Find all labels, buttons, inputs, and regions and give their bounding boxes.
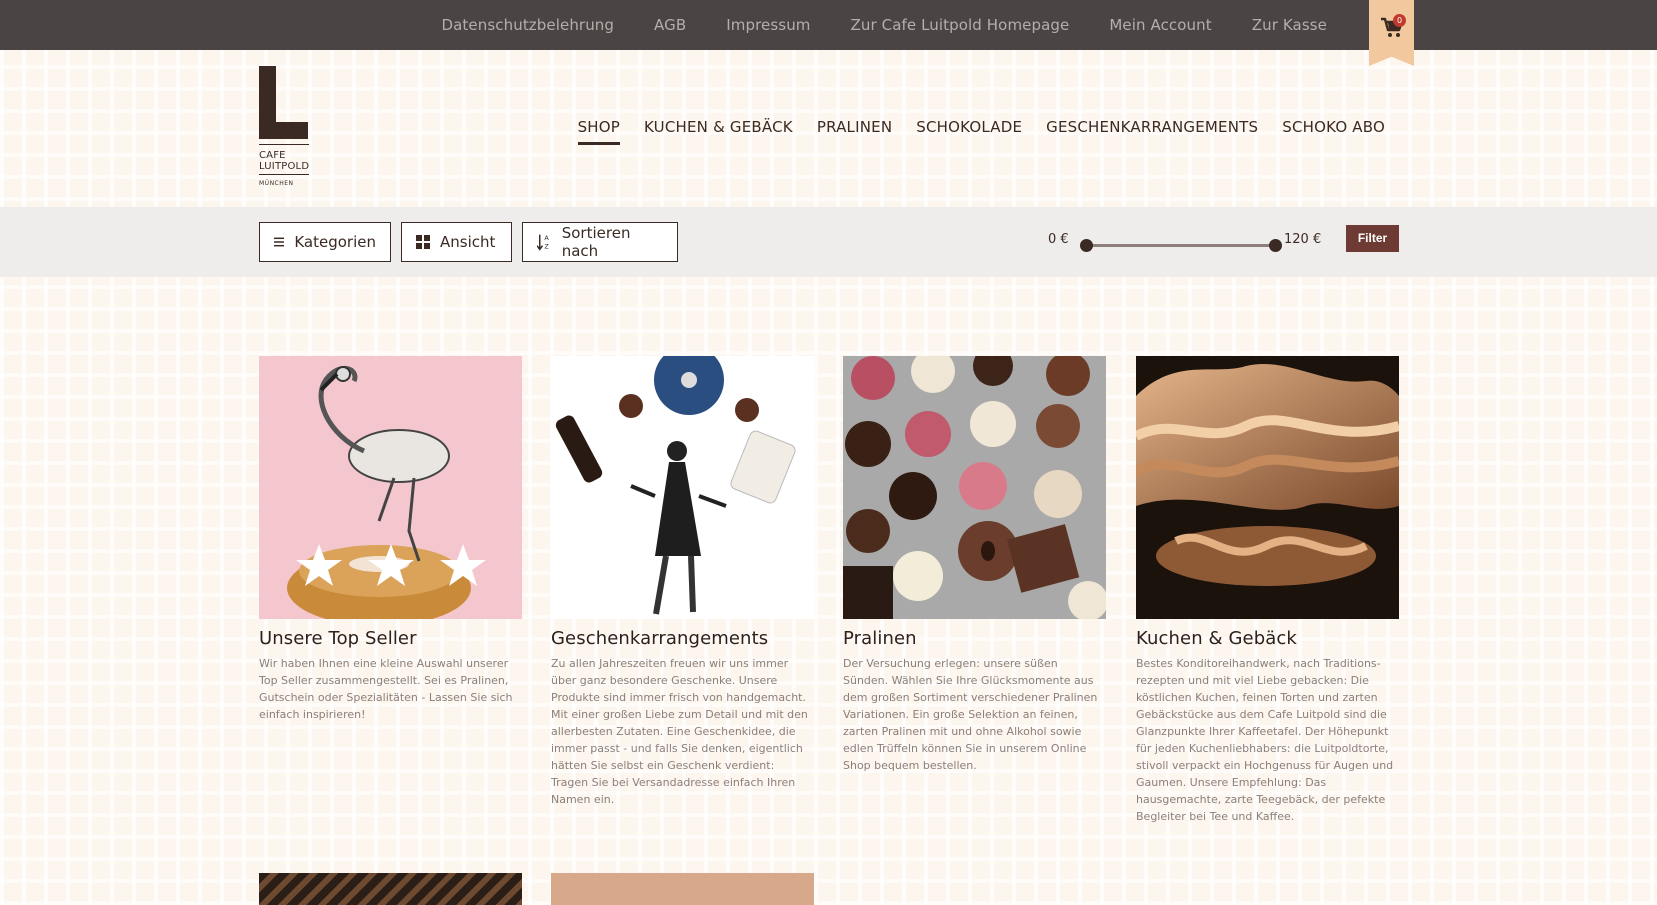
sort-az-icon: A Z bbox=[537, 234, 549, 251]
link-account[interactable]: Mein Account bbox=[1109, 16, 1211, 34]
svg-text:A: A bbox=[544, 234, 549, 242]
price-max-label: 120 € bbox=[1284, 232, 1322, 247]
link-agb[interactable]: AGB bbox=[654, 16, 686, 34]
product-title[interactable]: Kuchen & Gebäck bbox=[1136, 628, 1399, 649]
sortieren-label: Sortieren nach bbox=[561, 224, 631, 260]
nav-schoko-abo[interactable]: SCHOKO ABO bbox=[1282, 118, 1385, 136]
product-title[interactable]: Pralinen bbox=[843, 628, 1106, 649]
nav-pralinen[interactable]: PRALINEN bbox=[817, 118, 892, 136]
link-datenschutz[interactable]: Datenschutzbelehrung bbox=[441, 16, 614, 34]
slider-track bbox=[1086, 244, 1276, 247]
nav-geschenkarrangements[interactable]: GESCHENKARRANGEMENTS bbox=[1046, 118, 1258, 136]
filter-button[interactable]: Filter bbox=[1346, 225, 1399, 252]
product-title[interactable]: Unsere Top Seller bbox=[259, 628, 522, 649]
product-title[interactable]: Geschenkarrangements bbox=[551, 628, 814, 649]
top-utility-bar: Datenschutzbelehrung AGB Impressum Zur C… bbox=[0, 0, 1657, 66]
utility-nav: Datenschutzbelehrung AGB Impressum Zur C… bbox=[441, 0, 1327, 50]
product-card-top-seller[interactable]: Unsere Top Seller Wir haben Ihnen eine k… bbox=[259, 356, 522, 723]
cafe-luitpold-logo[interactable]: CAFE LUITPOLD MÜNCHEN bbox=[259, 66, 309, 190]
product-description: Bestes Konditoreihandwerk, nach Traditio… bbox=[1136, 657, 1394, 823]
product-card-kuchen-gebaeck[interactable]: Kuchen & Gebäck Bestes Konditoreihandwer… bbox=[1136, 356, 1399, 825]
price-min-label: 0 € bbox=[1048, 232, 1069, 247]
logo-word-cafe: CAFE bbox=[259, 150, 286, 161]
svg-text:Z: Z bbox=[544, 242, 549, 250]
product-description: Wir haben Ihnen eine kleine Auswahl unse… bbox=[259, 657, 513, 721]
top-seller-image[interactable] bbox=[259, 356, 522, 619]
link-impressum[interactable]: Impressum bbox=[726, 16, 810, 34]
pralinen-image[interactable] bbox=[843, 356, 1106, 619]
slider-handle-max[interactable] bbox=[1269, 239, 1282, 252]
ansicht-label: Ansicht bbox=[440, 233, 496, 251]
logo-city: MÜNCHEN bbox=[259, 180, 294, 187]
main-nav: SHOP KUCHEN & GEBÄCK PRALINEN SCHOKOLADE… bbox=[577, 118, 1385, 145]
cart-count-badge: 0 bbox=[1393, 14, 1406, 27]
gifts-image[interactable] bbox=[551, 356, 814, 619]
nav-schokolade[interactable]: SCHOKOLADE bbox=[916, 118, 1022, 136]
kategorien-button[interactable]: Kategorien bbox=[259, 222, 391, 262]
product-card-geschenkarrangements[interactable]: Geschenkarrangements Zu allen Jahreszeit… bbox=[551, 356, 814, 808]
link-homepage[interactable]: Zur Cafe Luitpold Homepage bbox=[851, 16, 1070, 34]
logo-divider bbox=[259, 174, 309, 175]
sortieren-button[interactable]: A Z Sortieren nach bbox=[522, 222, 678, 262]
product-description: Der Versuchung erlegen: unsere süßen Sün… bbox=[843, 657, 1098, 772]
product-card-row2-image[interactable] bbox=[551, 873, 814, 905]
logo-divider bbox=[259, 144, 309, 145]
product-card-pralinen[interactable]: Pralinen Der Versuchung erlegen: unsere … bbox=[843, 356, 1106, 774]
ansicht-button[interactable]: Ansicht bbox=[401, 222, 512, 262]
nav-shop[interactable]: SHOP bbox=[577, 118, 621, 145]
nav-kuchen-gebaeck[interactable]: KUCHEN & GEBÄCK bbox=[644, 118, 793, 136]
logo-word-luitpold: LUITPOLD bbox=[259, 161, 310, 172]
price-range-slider[interactable] bbox=[1080, 237, 1282, 255]
kategorien-label: Kategorien bbox=[294, 233, 376, 251]
product-description: Zu allen Jahreszeiten freuen wir uns imm… bbox=[551, 657, 808, 806]
kuchen-image[interactable] bbox=[1136, 356, 1399, 619]
slider-handle-min[interactable] bbox=[1080, 239, 1093, 252]
filter-bar: Kategorien Ansicht A Z Sortieren nach 0 … bbox=[0, 207, 1657, 277]
hamburger-icon bbox=[274, 237, 285, 247]
grid-icon bbox=[416, 235, 430, 249]
logo-letter-foot bbox=[259, 122, 308, 139]
cart-button[interactable]: 0 bbox=[1369, 0, 1414, 66]
product-card-row2-image[interactable] bbox=[259, 873, 522, 905]
link-checkout[interactable]: Zur Kasse bbox=[1252, 16, 1327, 34]
